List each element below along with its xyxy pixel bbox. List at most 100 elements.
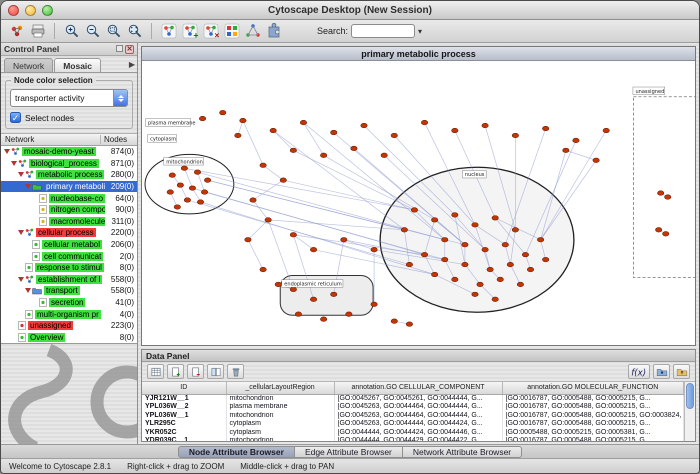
network-node[interactable] [250,198,256,203]
network-node[interactable] [260,267,266,272]
network-node[interactable] [442,237,448,242]
network-node[interactable] [310,247,316,252]
network-node[interactable] [537,237,543,242]
zoom-out-icon[interactable] [83,22,102,41]
network-view-title[interactable]: primary metabolic process [142,47,695,61]
tree-row-response-to-stimul[interactable]: response to stimul8(0) [1,262,137,274]
network-node[interactable] [452,128,458,133]
network-node[interactable] [421,120,427,125]
tree-row-secretion[interactable]: secretion41(0) [1,297,137,309]
network-node[interactable] [542,126,548,131]
network-node[interactable] [462,262,468,267]
tab-network[interactable]: Network [4,58,53,72]
tree-row-cellular-process[interactable]: cellular process220(0) [1,227,137,239]
formula-builder-icon[interactable]: f(x) [628,364,650,379]
select-nodes-checkbox[interactable]: ✓ Select nodes [10,112,128,123]
network-node[interactable] [452,213,458,218]
network-node[interactable] [310,297,316,302]
table-row[interactable]: YPL036W__1mitochondrion[GO:0045263, GO:0… [142,412,684,421]
network-node[interactable] [270,128,276,133]
node-color-dropdown[interactable]: transporter activity [10,89,128,107]
network-node[interactable] [406,262,412,267]
tree-row-cell-communicat[interactable]: cell communicat2(0) [1,250,137,262]
network-node[interactable] [174,205,180,210]
network-node[interactable] [204,178,210,183]
network-node[interactable] [201,190,207,195]
network-node[interactable] [406,322,412,327]
delete-attribute-icon[interactable] [187,364,204,379]
attribute-table[interactable]: ID_cellularLayoutRegionannotation.GO CEL… [142,382,695,441]
network-node[interactable] [167,190,173,195]
network-node[interactable] [280,178,286,183]
clear-attributes-icon[interactable] [227,364,244,379]
network-node[interactable] [290,148,296,153]
network-node[interactable] [487,267,493,272]
expander-open-icon[interactable] [10,161,18,166]
network-node[interactable] [512,133,518,138]
network-node[interactable] [593,158,599,163]
tree-row-cellular-metabol[interactable]: cellular metabol206(0) [1,239,137,251]
expander-open-icon[interactable] [17,230,25,235]
tree-row-unassigned[interactable]: unassigned223(0) [1,320,137,332]
network-node[interactable] [371,247,377,252]
network-canvas[interactable]: plasma membranecytoplasmmitochondrionnuc… [142,61,695,345]
tab-scroll-right-icon[interactable]: ▶ [129,60,135,69]
network-node[interactable] [411,208,417,213]
network-node[interactable] [655,228,661,233]
network-node[interactable] [199,116,205,121]
session-icon[interactable] [7,22,26,41]
zoom-window-button[interactable] [42,5,53,16]
network-overview-thumbnail[interactable] [1,343,137,444]
expander-open-icon[interactable] [24,184,32,189]
network-node[interactable] [472,223,478,228]
network-node[interactable] [220,110,226,115]
network-node[interactable] [290,232,296,237]
zoom-in-icon[interactable] [62,22,81,41]
destroy-network-view-icon[interactable]: × [201,22,220,41]
network-node[interactable] [482,123,488,128]
network-node[interactable] [197,200,203,205]
network-node[interactable] [300,120,306,125]
network-node[interactable] [431,272,437,277]
network-node[interactable] [391,133,397,138]
tree-row-nitrogen-compo[interactable]: nitrogen compo90(0) [1,204,137,216]
network-node[interactable] [603,128,609,133]
table-row[interactable]: YKR052Ccytoplasm[GO:0044444, GO:0044424,… [142,429,684,438]
network-node[interactable] [371,302,377,307]
new-network-view-icon[interactable]: + [180,22,199,41]
zoom-fit-icon[interactable] [125,22,144,41]
zoom-selected-icon[interactable] [104,22,123,41]
network-node[interactable] [331,130,337,135]
tab-network-attribute-browser[interactable]: Network Attribute Browser [403,446,522,458]
network-node[interactable] [189,186,195,191]
network-node[interactable] [184,198,190,203]
network-node[interactable] [492,216,498,221]
network-node[interactable] [169,173,175,178]
tab-node-attribute-browser[interactable]: Node Attribute Browser [178,446,295,458]
table-row[interactable]: YPL036W__2plasma membrane[GO:0045263, GO… [142,403,684,412]
search-input[interactable] [351,24,415,38]
table-row[interactable]: YLR295Ccytoplasm[GO:0045263, GO:0044444,… [142,420,684,429]
network-node[interactable] [331,292,337,297]
search-options-arrow-icon[interactable]: ▾ [418,27,422,36]
network-node[interactable] [260,163,266,168]
tree-row-establishment-of-l[interactable]: establishment of l558(0) [1,274,137,286]
network-node[interactable] [452,277,458,282]
tree-row-primary-metaboli[interactable]: primary metaboli209(0) [1,181,137,193]
network-node[interactable] [235,133,241,138]
network-node[interactable] [477,282,483,287]
tree-row-biological-process[interactable]: biological_process871(0) [1,158,137,170]
tree-row-metabolic-process[interactable]: metabolic process280(0) [1,169,137,181]
network-node[interactable] [512,228,518,233]
column-header[interactable]: ID [142,382,226,394]
close-panel-icon[interactable]: ✕ [125,45,134,54]
network-node[interactable] [295,312,301,317]
network-node[interactable] [502,242,508,247]
network-node[interactable] [391,319,397,324]
network-node[interactable] [482,247,488,252]
tree-row-nucleobase-co[interactable]: nucleobase-co64(0) [1,192,137,204]
network-node[interactable] [522,252,528,257]
expander-open-icon[interactable] [17,172,25,177]
network-node[interactable] [346,312,352,317]
float-panel-icon[interactable] [116,45,123,52]
